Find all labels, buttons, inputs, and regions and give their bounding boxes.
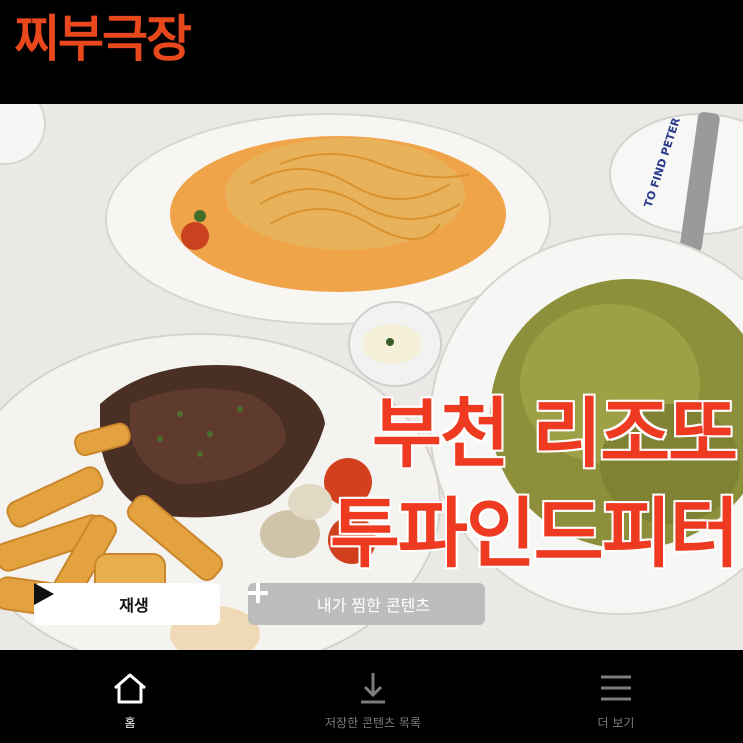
menu-icon bbox=[536, 668, 696, 708]
bottom-navigation: 홈 저장한 콘텐츠 목록 더 보기 bbox=[0, 650, 743, 743]
nav-downloads-label: 저장한 콘텐츠 목록 bbox=[325, 716, 421, 730]
add-to-my-list-label: 내가 찜한 콘텐츠 bbox=[316, 596, 431, 615]
nav-more-label: 더 보기 bbox=[597, 716, 635, 730]
hero-title-line2: 투파인드피터 bbox=[329, 489, 742, 578]
download-icon bbox=[293, 668, 453, 708]
home-icon bbox=[50, 668, 210, 708]
nav-home[interactable]: 홈 bbox=[50, 668, 210, 731]
brand-logo[interactable]: 찌부극장 bbox=[14, 14, 192, 64]
play-button-label: 재생 bbox=[119, 596, 149, 615]
nav-downloads[interactable]: 저장한 콘텐츠 목록 bbox=[293, 668, 453, 731]
play-button[interactable]: 재생 bbox=[34, 583, 220, 625]
add-to-my-list-button[interactable]: 내가 찜한 콘텐츠 bbox=[248, 583, 485, 625]
top-bar: 찌부극장 bbox=[0, 0, 743, 104]
nav-home-label: 홈 bbox=[124, 716, 136, 730]
nav-more[interactable]: 더 보기 bbox=[536, 668, 696, 731]
hero-banner[interactable]: TO FIND PETER 부천 리조또 투파인드피터 재생 내가 찜한 콘텐츠 bbox=[0, 104, 743, 650]
hero-title-line1: 부천 리조또 bbox=[370, 389, 739, 478]
